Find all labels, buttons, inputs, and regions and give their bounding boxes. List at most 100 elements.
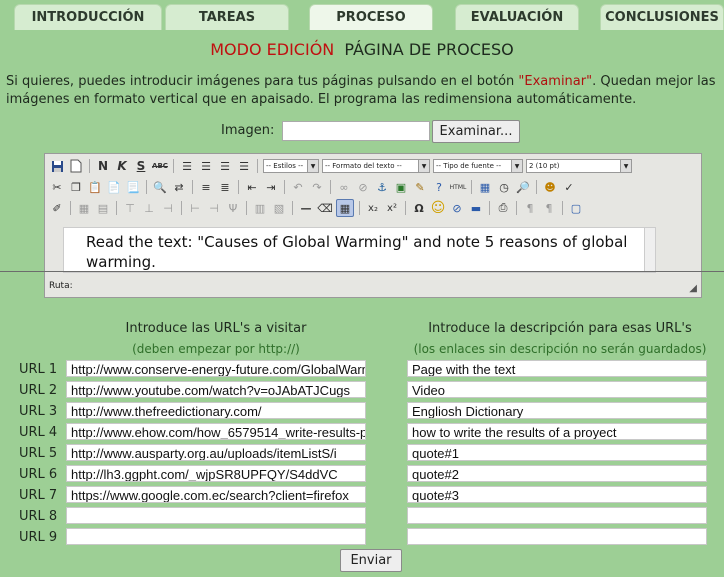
replace-icon[interactable]: ⇄ — [171, 179, 187, 195]
format-dropdown[interactable]: -- Formato del texto -- ▼ — [322, 159, 430, 173]
edit-css-icon[interactable]: ✐ — [49, 200, 65, 216]
url-input[interactable]: http://lh3.ggpht.com/_wjpSR8UPFQY/S4ddVC — [66, 465, 366, 482]
insert-row-before-icon[interactable]: ⊤ — [122, 200, 138, 216]
underline-icon[interactable]: S — [133, 158, 149, 174]
insert-row-after-icon[interactable]: ⊥ — [141, 200, 157, 216]
ltr-icon[interactable]: ¶ — [522, 200, 538, 216]
align-justify-icon[interactable]: ☰ — [236, 158, 252, 174]
time-icon[interactable]: ◷ — [496, 179, 512, 195]
delete-col-icon[interactable]: Ψ — [225, 200, 241, 216]
tab-evaluacion[interactable]: EVALUACIÓN — [455, 4, 579, 30]
url-input[interactable] — [66, 507, 366, 524]
insert-col-after-icon[interactable]: ⊣ — [206, 200, 222, 216]
visual-aid-icon[interactable]: ▦ — [336, 199, 354, 217]
insert-col-before-icon[interactable]: ⊢ — [187, 200, 203, 216]
cut-icon[interactable]: ✂ — [49, 179, 65, 195]
copy-icon[interactable]: ❐ — [68, 179, 84, 195]
help-icon[interactable]: ? — [431, 179, 447, 195]
description-input[interactable] — [407, 507, 707, 524]
merge-cells-icon[interactable]: ▧ — [271, 200, 287, 216]
find-icon[interactable]: 🔍 — [152, 179, 168, 195]
url-input[interactable]: http://www.conserve-energy-future.com/Gl… — [66, 360, 366, 377]
link-icon[interactable]: ∞ — [336, 179, 352, 195]
url-input[interactable]: http://www.thefreedictionary.com/ — [66, 402, 366, 419]
desc-heading: Introduce la descripción para esas URL's — [428, 321, 692, 336]
url-input[interactable]: http://www.ehow.com/how_6579514_write-re… — [66, 423, 366, 440]
media-icon[interactable]: ⊘ — [449, 200, 465, 216]
description-input[interactable] — [407, 528, 707, 545]
image-file-input[interactable] — [282, 121, 430, 141]
anchor-icon[interactable]: ⚓ — [374, 179, 390, 195]
smiley-icon[interactable]: ☺ — [430, 200, 446, 216]
font-size-dropdown[interactable]: 2 (10 pt) ▼ — [526, 159, 632, 173]
url-input[interactable]: http://www.youtube.com/watch?v=oJAbATJCu… — [66, 381, 366, 398]
browse-button[interactable]: Examinar... — [432, 120, 520, 143]
delete-row-icon[interactable]: ⊣ — [160, 200, 176, 216]
cleanup-icon[interactable]: ✎ — [412, 179, 428, 195]
table-props-icon[interactable]: ▤ — [95, 200, 111, 216]
mode-label: MODO EDICIÓN — [210, 40, 335, 59]
spellcheck-icon[interactable]: ✓ — [561, 179, 577, 195]
url-label: URL 8 — [19, 509, 58, 524]
redo-icon[interactable]: ↷ — [309, 179, 325, 195]
special-char-icon[interactable]: Ω — [411, 200, 427, 216]
description-input[interactable]: quote#3 — [407, 486, 707, 503]
description-input[interactable]: Page with the text — [407, 360, 707, 377]
font-dropdown[interactable]: -- Tipo de fuente -- ▼ — [433, 159, 523, 173]
description-input[interactable]: Video — [407, 381, 707, 398]
tab-tareas[interactable]: TAREAS — [165, 4, 289, 30]
strikethrough-icon[interactable]: ABC — [152, 158, 168, 174]
tab-introduccion[interactable]: INTRODUCCIÓN — [14, 4, 162, 30]
paste-text-icon[interactable]: 📄 — [106, 179, 122, 195]
image-label: Imagen: — [221, 123, 275, 138]
date-icon[interactable]: ▦ — [477, 179, 493, 195]
align-right-icon[interactable]: ☰ — [217, 158, 233, 174]
tab-conclusiones[interactable]: CONCLUSIONES — [600, 4, 724, 30]
editor-content[interactable]: Read the text: "Causes of Global Warming… — [63, 227, 656, 273]
subscript-icon[interactable]: x₂ — [365, 200, 381, 216]
html-icon[interactable]: HTML — [450, 179, 467, 195]
undo-icon[interactable]: ↶ — [290, 179, 306, 195]
description-input[interactable]: how to write the results of a proyect — [407, 423, 707, 440]
styles-dropdown[interactable]: -- Estilos -- ▼ — [263, 159, 319, 173]
numbered-list-icon[interactable]: ≣ — [217, 179, 233, 195]
bold-icon[interactable]: N — [95, 158, 111, 174]
align-center-icon[interactable]: ☰ — [198, 158, 214, 174]
new-document-icon[interactable] — [68, 158, 84, 174]
description-input[interactable]: quote#2 — [407, 465, 707, 482]
rtl-icon[interactable]: ¶ — [541, 200, 557, 216]
url-row: URL 3 http://www.thefreedictionary.com/ … — [0, 401, 724, 421]
remove-format-icon[interactable]: ⌫ — [317, 200, 333, 216]
submit-button[interactable]: Enviar — [340, 549, 402, 572]
bullet-list-icon[interactable]: ≡ — [198, 179, 214, 195]
chevron-down-icon: ▼ — [620, 160, 631, 172]
toolbar-separator — [284, 180, 285, 194]
paste-word-icon[interactable]: 📃 — [125, 179, 141, 195]
superscript-icon[interactable]: x² — [384, 200, 400, 216]
url-input[interactable]: https://www.google.com.ec/search?client=… — [66, 486, 366, 503]
emoticon-icon[interactable]: ☻ — [542, 179, 558, 195]
split-cells-icon[interactable]: ▥ — [252, 200, 268, 216]
iframe-icon[interactable]: ▬ — [468, 200, 484, 216]
description-input[interactable]: Engliosh Dictionary — [407, 402, 707, 419]
align-left-icon[interactable]: ☰ — [179, 158, 195, 174]
horizontal-rule-icon[interactable]: — — [298, 200, 314, 216]
preview-icon[interactable]: 🔎 — [515, 179, 531, 195]
print-icon[interactable]: ⎙ — [495, 200, 511, 216]
editor-scrollbar[interactable] — [644, 228, 655, 272]
paste-icon[interactable]: 📋 — [87, 179, 103, 195]
url-input[interactable]: http://www.ausparty.org.au/uploads/itemL… — [66, 444, 366, 461]
tab-proceso[interactable]: PROCESO — [309, 4, 433, 30]
url-input[interactable] — [66, 528, 366, 545]
indent-icon[interactable]: ⇥ — [263, 179, 279, 195]
outdent-icon[interactable]: ⇤ — [244, 179, 260, 195]
description-input[interactable]: quote#1 — [407, 444, 707, 461]
table-icon[interactable]: ▦ — [76, 200, 92, 216]
italic-icon[interactable]: K — [114, 158, 130, 174]
save-icon[interactable] — [49, 158, 65, 174]
unlink-icon[interactable]: ⊘ — [355, 179, 371, 195]
fullscreen-icon[interactable]: ▢ — [568, 200, 584, 216]
image-icon[interactable]: ▣ — [393, 179, 409, 195]
font-dropdown-value: -- Tipo de fuente -- — [436, 162, 502, 170]
resize-handle-icon[interactable]: ◢ — [689, 283, 697, 294]
